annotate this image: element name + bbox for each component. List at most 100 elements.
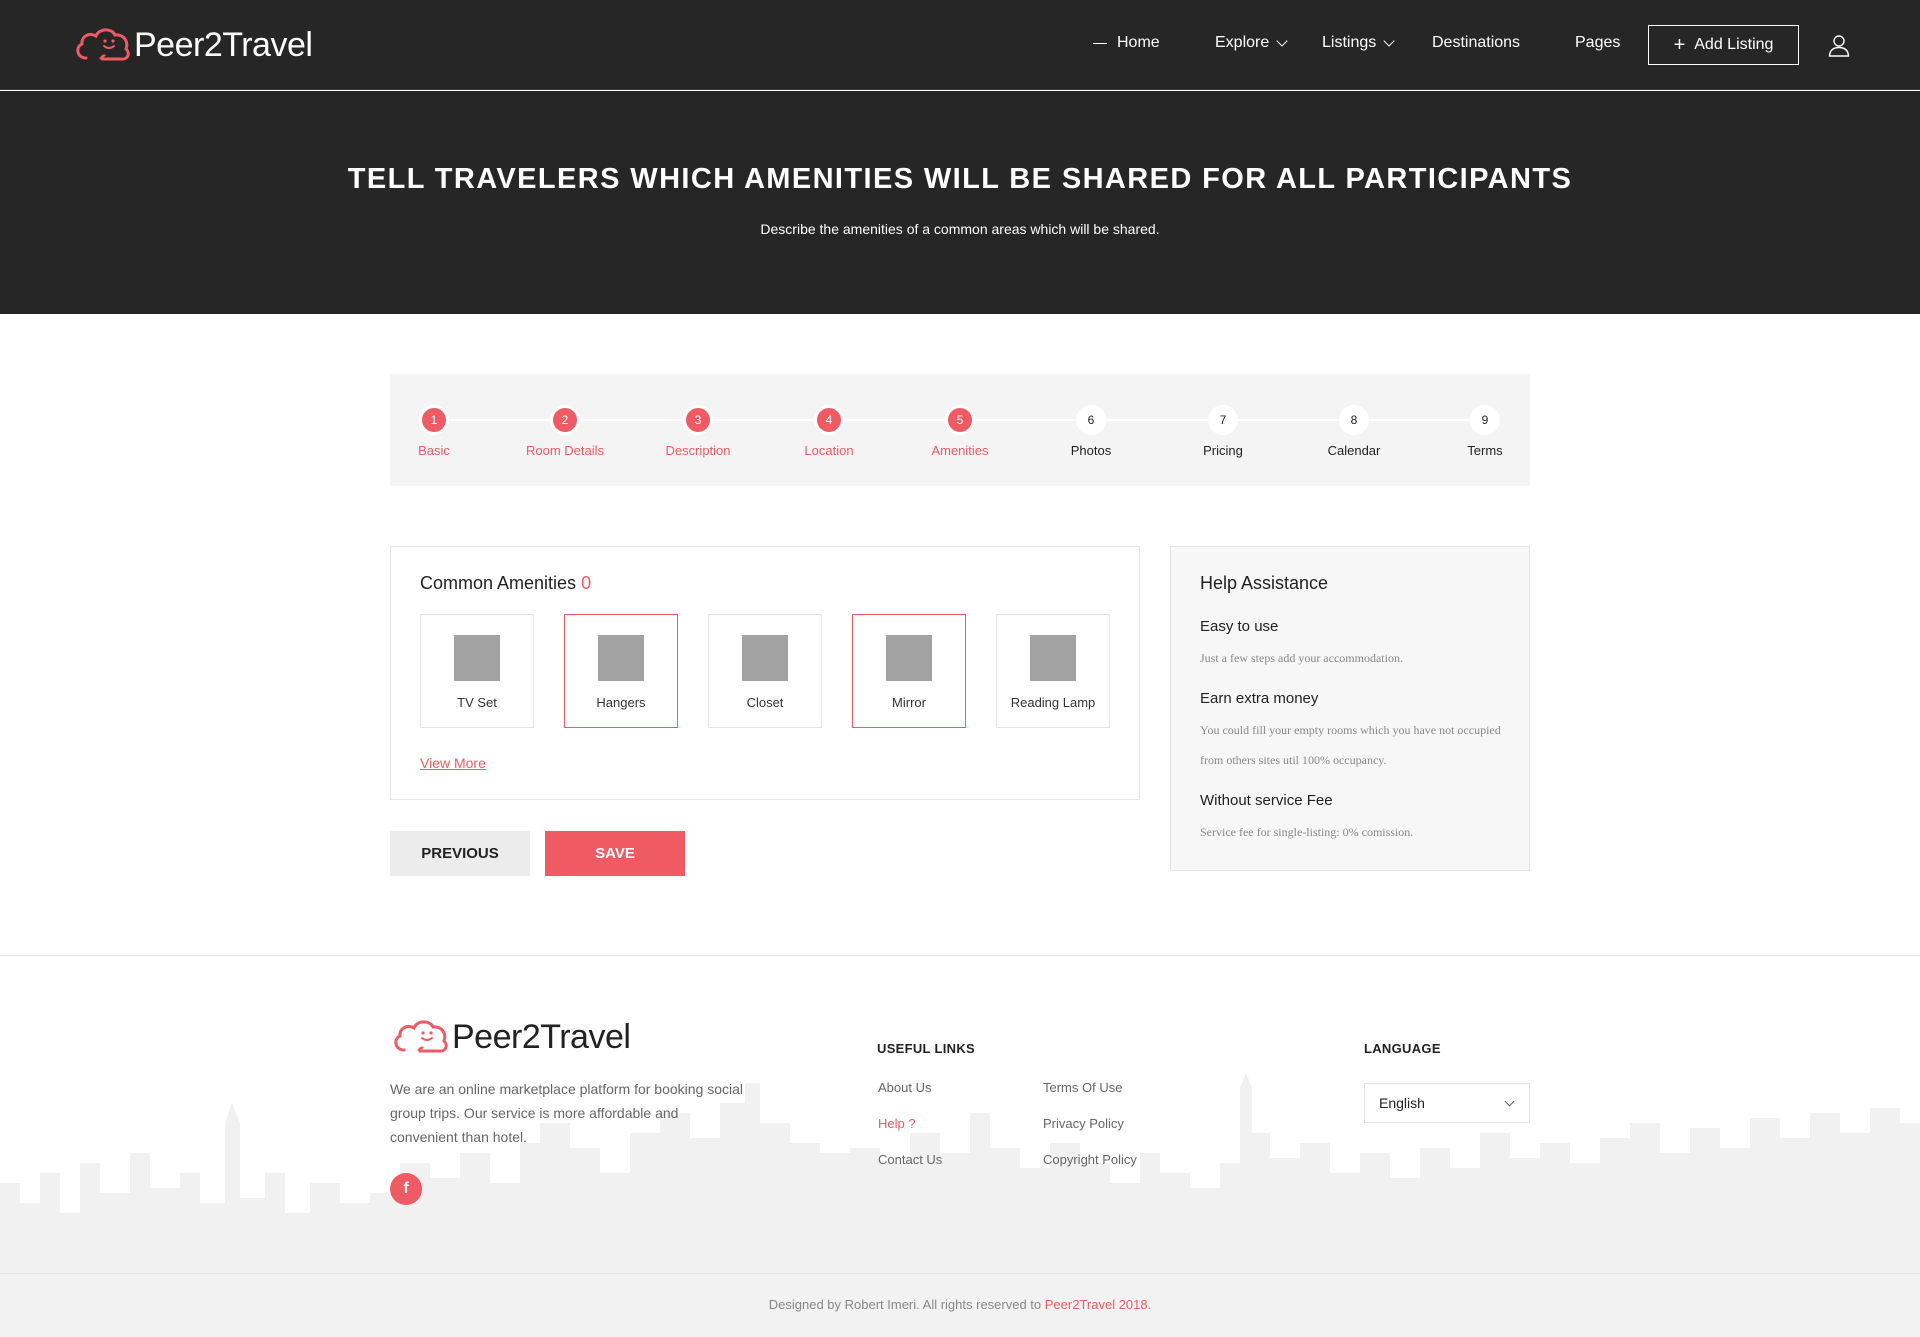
- help-heading-fee: Without service Fee: [1200, 792, 1333, 809]
- footer-description: We are an online marketplace platform fo…: [390, 1081, 744, 1145]
- step-location[interactable]: 4 Location: [769, 405, 889, 458]
- user-icon[interactable]: [1827, 33, 1851, 57]
- help-assistance-panel: Help Assistance Easy to use Just a few s…: [1170, 546, 1530, 871]
- save-button[interactable]: SAVE: [545, 831, 685, 876]
- language-value: English: [1379, 1095, 1425, 1111]
- step-number: 7: [1208, 405, 1238, 435]
- amenity-tile-hangers[interactable]: Hangers: [564, 614, 678, 728]
- tv-set-icon: [454, 635, 500, 681]
- step-label: Amenities: [931, 443, 989, 458]
- reading-lamp-icon: [1030, 635, 1076, 681]
- step-basic[interactable]: 1 Basic: [374, 405, 494, 458]
- step-pricing[interactable]: 7 Pricing: [1163, 405, 1283, 458]
- main-nav: Home Explore Listings Destinations Pages: [0, 0, 1920, 90]
- amenities-title-text: Common Amenities: [420, 573, 577, 593]
- nav-item-explore[interactable]: Explore: [1215, 34, 1288, 52]
- help-heading-earn: Earn extra money: [1200, 690, 1319, 707]
- amenity-label: Reading Lamp: [1010, 695, 1096, 710]
- page-subtitle: Describe the amenities of a common areas…: [760, 221, 1160, 237]
- previous-button[interactable]: PREVIOUS: [390, 831, 530, 876]
- amenity-tile-mirror[interactable]: Mirror: [852, 614, 966, 728]
- step-number: 5: [945, 405, 975, 435]
- add-listing-button[interactable]: + Add Listing: [1648, 25, 1799, 65]
- help-text-fee: Service fee for single-listing: 0% comis…: [1200, 825, 1414, 839]
- step-number: 6: [1076, 405, 1106, 435]
- copyright-text: Designed by Robert Imeri. All rights res…: [768, 1297, 1045, 1312]
- nav-item-destinations-label: Destinations: [1432, 34, 1521, 51]
- mirror-icon: [886, 635, 932, 681]
- help-heading-easy: Easy to use: [1200, 618, 1279, 635]
- nav-item-home-label: Home: [1117, 34, 1160, 51]
- step-number: 8: [1339, 405, 1369, 435]
- dash-icon: [1093, 42, 1107, 44]
- step-number: 4: [814, 405, 844, 435]
- step-description[interactable]: 3 Description: [638, 405, 758, 458]
- amenity-label: Hangers: [596, 695, 646, 710]
- step-label: Room Details: [525, 443, 605, 458]
- amenities-title: Common Amenities 0: [420, 573, 591, 594]
- footer-link-help[interactable]: Help ?: [878, 1116, 916, 1131]
- add-listing-label: Add Listing: [1694, 36, 1774, 53]
- step-label: Location: [804, 443, 854, 458]
- step-number: 2: [550, 405, 580, 435]
- listing-progress-stepper: 1 Basic 2 Room Details 3 Description 4 L…: [390, 374, 1530, 486]
- step-room-details[interactable]: 2 Room Details: [505, 405, 625, 458]
- useful-links-heading: USEFUL LINKS: [877, 1041, 975, 1056]
- footer-link-terms-of-use[interactable]: Terms Of Use: [1043, 1080, 1122, 1095]
- closet-icon: [742, 635, 788, 681]
- view-more-link[interactable]: View More: [420, 755, 486, 771]
- footer-logo[interactable]: Peer2Travel: [390, 1017, 631, 1057]
- step-calendar[interactable]: 8 Calendar: [1294, 405, 1414, 458]
- language-heading: LANGUAGE: [1364, 1041, 1441, 1056]
- footer-link-privacy-policy[interactable]: Privacy Policy: [1043, 1116, 1124, 1131]
- amenity-tile-tv-set[interactable]: TV Set: [420, 614, 534, 728]
- step-photos[interactable]: 6 Photos: [1031, 405, 1151, 458]
- hangers-icon: [598, 635, 644, 681]
- nav-item-pages-label: Pages: [1575, 34, 1621, 51]
- nav-item-home[interactable]: Home: [1093, 34, 1160, 52]
- amenity-label: TV Set: [457, 695, 497, 710]
- site-footer: Peer2Travel We are an online marketplace…: [0, 955, 1920, 1273]
- city-skyline-illustration: [0, 1073, 1920, 1273]
- facebook-icon[interactable]: f: [390, 1173, 422, 1205]
- language-select[interactable]: English: [1364, 1083, 1530, 1123]
- chevron-down-icon: [1383, 34, 1395, 47]
- step-terms[interactable]: 9 Terms: [1425, 405, 1545, 458]
- step-number: 9: [1470, 405, 1500, 435]
- nav-item-pages[interactable]: Pages: [1575, 34, 1620, 52]
- footer-link-contact-us[interactable]: Contact Us: [878, 1152, 942, 1167]
- help-text-easy: Just a few steps add your accommodation.: [1200, 651, 1403, 665]
- step-number: 1: [419, 405, 449, 435]
- top-header: Peer2Travel Home Explore Listings Destin…: [0, 0, 1920, 90]
- nav-item-explore-label: Explore: [1215, 34, 1270, 51]
- amenity-tile-reading-lamp[interactable]: Reading Lamp: [996, 614, 1110, 728]
- help-title: Help Assistance: [1200, 573, 1329, 593]
- chevron-down-icon: [1504, 1096, 1515, 1107]
- plus-icon: +: [1673, 34, 1686, 56]
- amenity-label: Mirror: [892, 695, 926, 710]
- footer-link-about-us[interactable]: About Us: [878, 1080, 931, 1095]
- footer-link-copyright-policy[interactable]: Copyright Policy: [1043, 1152, 1137, 1167]
- page-title: TELL TRAVELERS WHICH AMENITIES WILL BE S…: [347, 163, 1573, 195]
- step-label: Terms: [1467, 443, 1503, 458]
- step-label: Pricing: [1203, 443, 1243, 458]
- step-label: Photos: [1070, 443, 1112, 458]
- amenity-label: Closet: [746, 695, 784, 710]
- step-label: Basic: [418, 443, 450, 458]
- step-label: Calendar: [1327, 443, 1381, 458]
- step-number: 3: [683, 405, 713, 435]
- step-label: Description: [665, 443, 731, 458]
- amenity-tile-closet[interactable]: Closet: [708, 614, 822, 728]
- nav-item-destinations[interactable]: Destinations: [1432, 34, 1520, 52]
- nav-item-listings-label: Listings: [1322, 34, 1377, 51]
- copyright-bar: Designed by Robert Imeri. All rights res…: [0, 1273, 1920, 1337]
- nav-item-listings[interactable]: Listings: [1322, 34, 1395, 52]
- hero-banner: TELL TRAVELERS WHICH AMENITIES WILL BE S…: [0, 91, 1920, 314]
- cloud-logo-icon: [394, 1020, 448, 1053]
- step-amenities[interactable]: 5 Amenities: [900, 405, 1020, 458]
- amenities-count: 0: [581, 573, 592, 593]
- common-amenities-card: Common Amenities 0 TV Set Hangers Closet…: [390, 546, 1140, 800]
- copyright-link[interactable]: Peer2Travel 2018.: [1045, 1297, 1151, 1312]
- chevron-down-icon: [1276, 34, 1288, 47]
- footer-logo-text: Peer2Travel: [452, 1017, 631, 1056]
